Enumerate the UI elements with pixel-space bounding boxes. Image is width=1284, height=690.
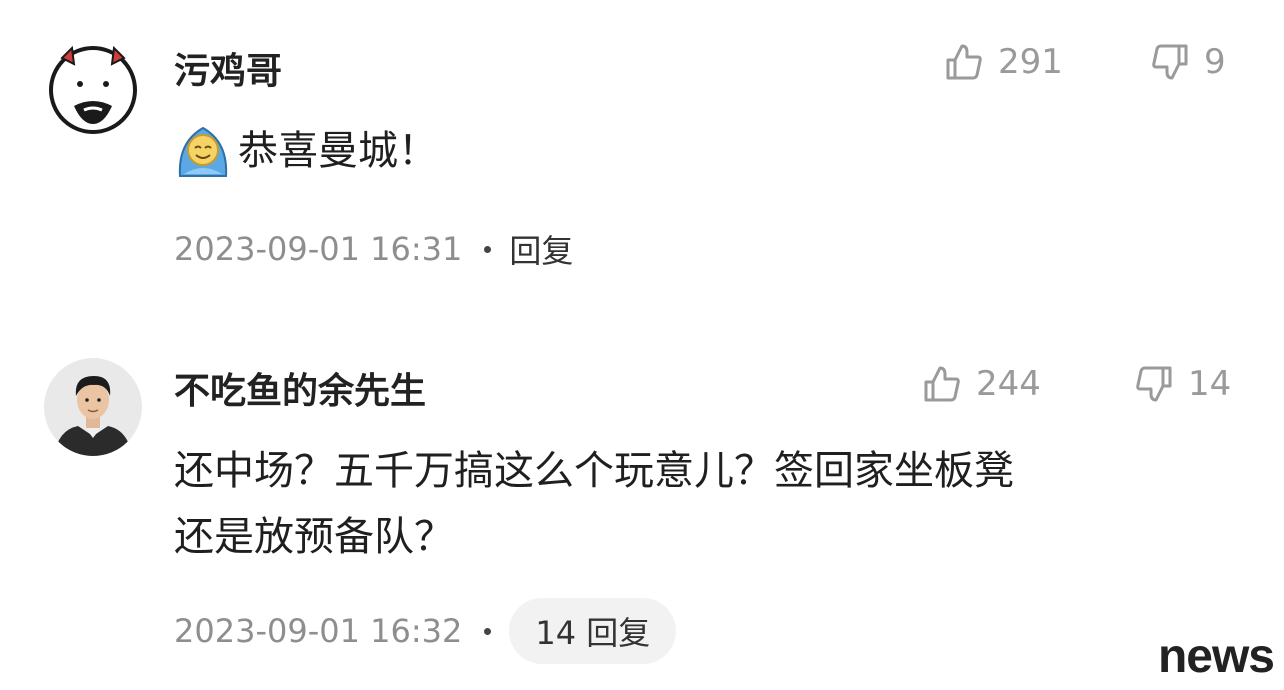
replies-button[interactable]: 14 回复 <box>509 598 677 664</box>
thumbs-down-icon <box>1136 366 1172 402</box>
comment-body-line: 还中场？五千万搞这么个玩意儿？签回家坐板凳 <box>174 448 1014 494</box>
thumbs-up-icon <box>946 44 982 80</box>
thumbs-up-icon <box>924 366 960 402</box>
comment-meta: 2023-09-01 16:32 14 回复 <box>174 598 677 664</box>
reply-button[interactable]: 回复 <box>509 226 573 272</box>
separator-dot <box>484 245 492 253</box>
comment-item: 污鸡哥 291 9 恭喜曼城！ 2023-09-01 16:31 回复 <box>0 0 1284 330</box>
comment-meta: 2023-09-01 16:31 回复 <box>174 226 573 272</box>
dislike-count: 9 <box>1204 42 1226 82</box>
separator-dot <box>484 627 492 635</box>
news-watermark: news <box>1157 630 1275 683</box>
comment-item: 不吃鱼的余先生 244 14 还中场？五千万搞这么个玩意儿？签回家坐板凳 还是放… <box>0 330 1284 690</box>
like-count: 244 <box>976 364 1041 404</box>
comment-text: 恭喜曼城！ <box>174 118 1234 184</box>
username[interactable]: 污鸡哥 <box>174 42 282 94</box>
thumbs-down-icon <box>1152 44 1188 80</box>
like-count: 291 <box>998 42 1063 82</box>
dislike-button[interactable]: 9 <box>1150 42 1226 82</box>
comment-text: 还中场？五千万搞这么个玩意儿？签回家坐板凳 还是放预备队？ <box>174 438 1234 570</box>
cartoon-face-avatar <box>49 45 137 134</box>
like-button[interactable]: 291 <box>944 42 1063 82</box>
like-button[interactable]: 244 <box>922 364 1041 404</box>
blanket-emoji-icon <box>178 126 228 177</box>
user-avatar[interactable] <box>44 38 142 136</box>
dislike-button[interactable]: 14 <box>1134 364 1231 404</box>
timestamp: 2023-09-01 16:32 <box>174 612 463 650</box>
comment-body-line: 还是放预备队？ <box>174 514 454 560</box>
user-avatar[interactable] <box>44 358 142 456</box>
dislike-count: 14 <box>1188 364 1232 404</box>
timestamp: 2023-09-01 16:31 <box>174 230 463 268</box>
comment-body: 恭喜曼城！ <box>238 128 438 174</box>
username[interactable]: 不吃鱼的余先生 <box>174 362 426 414</box>
man-photo-avatar <box>44 358 142 456</box>
